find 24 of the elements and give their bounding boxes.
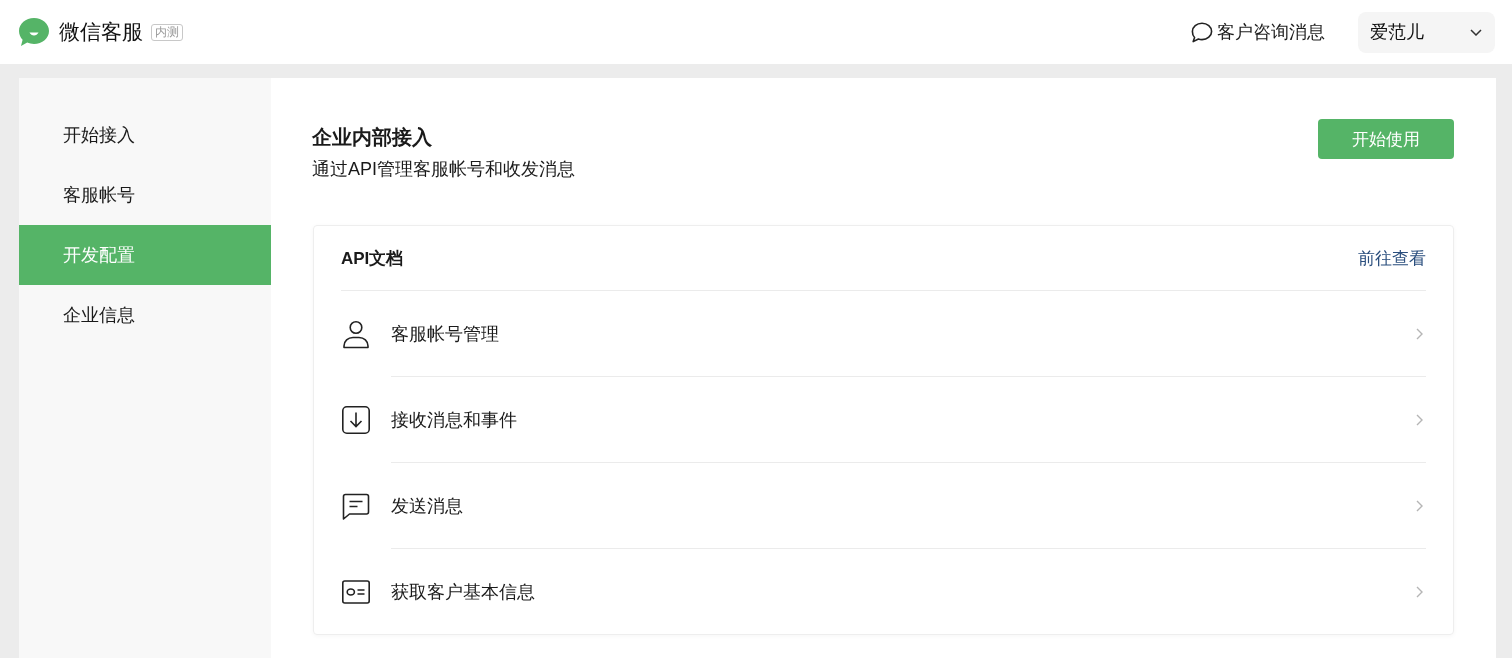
api-doc-item[interactable]: 接收消息和事件 [341,377,1426,462]
chevron-right-icon [1416,585,1423,598]
page-title: 企业内部接入 [312,125,433,150]
api-doc-item[interactable]: 获取客户基本信息 [341,549,1426,634]
sidebar-item[interactable]: 客服帐号 [19,165,271,225]
app-title: 微信客服 [59,19,143,45]
caret-icon [1470,28,1482,36]
customer-messages-link[interactable]: 客户咨询消息 [1191,20,1325,44]
view-link[interactable]: 前往查看 [1358,246,1426,270]
panel-title: API文档 [341,247,404,270]
beta-tag: 内测 [151,23,183,41]
download-icon [341,404,371,435]
chevron-right-icon [1416,413,1423,426]
page-subtitle: 通过API管理客服帐号和收发消息 [312,158,575,181]
chat-bubble-logo-icon [18,17,50,47]
person-icon [341,318,371,349]
sidebar-item[interactable]: 开始接入 [19,105,271,165]
user-dropdown[interactable]: 爱范儿 [1358,11,1495,53]
api-doc-item[interactable]: 发送消息 [341,463,1426,548]
api-doc-item[interactable]: 客服帐号管理 [341,291,1426,376]
chevron-right-icon [1416,499,1423,512]
chevron-right-icon [1416,327,1423,340]
speech-bubble-icon [1191,21,1213,43]
sidebar-item[interactable]: 企业信息 [19,285,271,345]
